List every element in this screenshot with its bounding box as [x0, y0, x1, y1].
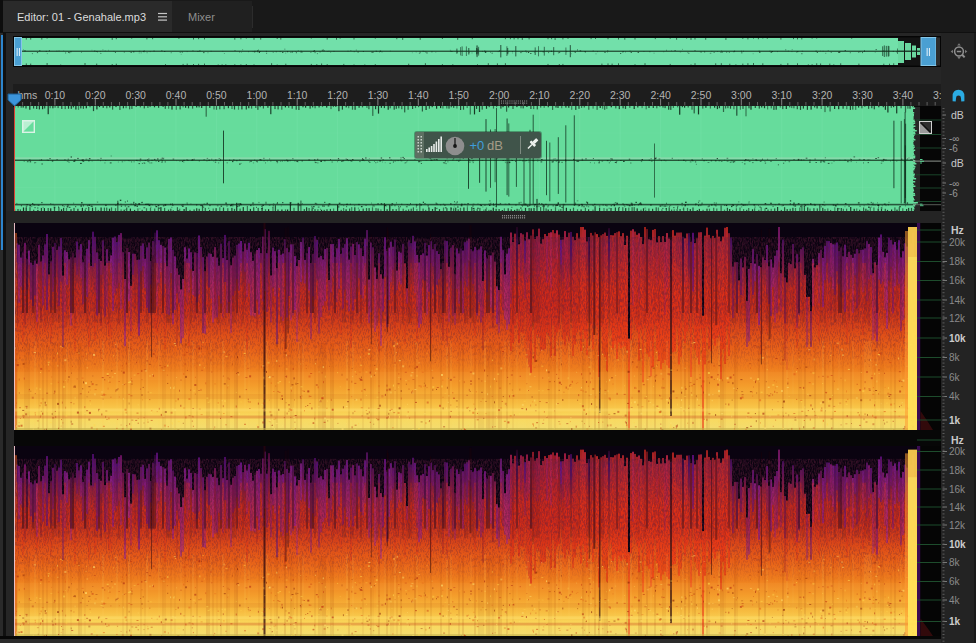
svg-text:Hz: Hz: [951, 224, 964, 236]
svg-text:14k: 14k: [949, 295, 966, 306]
svg-text:1k: 1k: [949, 616, 961, 627]
svg-text:-6: -6: [949, 143, 958, 154]
svg-text:14k: 14k: [949, 502, 966, 513]
svg-text:12k: 12k: [949, 520, 966, 531]
svg-text:1k: 1k: [949, 415, 961, 426]
svg-text:Hz: Hz: [951, 434, 964, 446]
svg-text:20k: 20k: [949, 446, 966, 457]
svg-text:4k: 4k: [949, 595, 961, 606]
svg-text:12k: 12k: [949, 313, 966, 324]
svg-text:18k: 18k: [949, 256, 966, 267]
svg-text:6k: 6k: [949, 372, 961, 383]
svg-text:-6: -6: [949, 188, 958, 199]
svg-text:8k: 8k: [949, 352, 961, 363]
svg-text:20k: 20k: [949, 237, 966, 248]
svg-text:16k: 16k: [949, 484, 966, 495]
svg-text:dB: dB: [951, 157, 964, 169]
svg-text:16k: 16k: [949, 275, 966, 286]
svg-text:4k: 4k: [949, 391, 961, 402]
svg-text:18k: 18k: [949, 465, 966, 476]
svg-text:10k: 10k: [949, 333, 966, 344]
svg-text:10k: 10k: [949, 539, 966, 550]
svg-text:dB: dB: [951, 109, 964, 121]
svg-text:8k: 8k: [949, 557, 961, 568]
svg-text:6k: 6k: [949, 576, 961, 587]
